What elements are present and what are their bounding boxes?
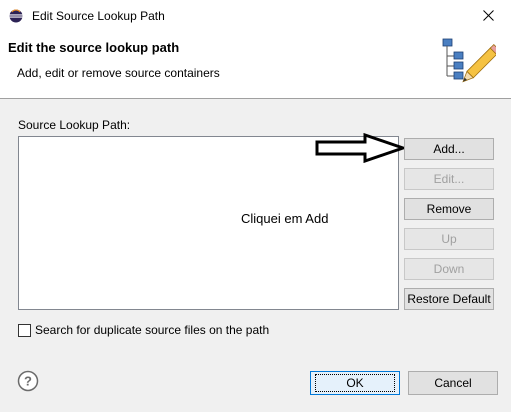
cancel-button[interactable]: Cancel xyxy=(408,371,498,395)
duplicate-search-label: Search for duplicate source files on the… xyxy=(35,323,270,337)
source-lookup-path-label: Source Lookup Path: xyxy=(18,118,131,132)
annotation-text: Cliquei em Add xyxy=(241,211,329,226)
close-icon xyxy=(482,10,494,21)
add-button[interactable]: Add... xyxy=(404,138,494,160)
duplicate-search-option[interactable]: Search for duplicate source files on the… xyxy=(18,323,269,337)
ok-button[interactable]: OK xyxy=(310,371,400,395)
duplicate-search-checkbox[interactable] xyxy=(18,323,31,337)
title-bar: Edit Source Lookup Path xyxy=(0,0,511,31)
remove-button[interactable]: Remove xyxy=(404,198,494,220)
arrow-right-icon xyxy=(315,133,405,163)
window-title: Edit Source Lookup Path xyxy=(32,9,165,23)
restore-default-button[interactable]: Restore Default xyxy=(404,288,494,310)
source-lookup-wizard-icon xyxy=(442,38,496,83)
down-button[interactable]: Down xyxy=(404,258,494,280)
ok-button-label: OK xyxy=(315,374,395,392)
svg-text:?: ? xyxy=(24,374,32,389)
edit-source-lookup-path-dialog: Edit Source Lookup Path Edit the source … xyxy=(0,0,511,412)
header-banner: Edit the source lookup path Add, edit or… xyxy=(0,31,511,99)
close-button[interactable] xyxy=(465,0,511,31)
banner-title: Edit the source lookup path xyxy=(8,40,180,55)
banner-subtitle: Add, edit or remove source containers xyxy=(17,66,220,80)
eclipse-icon xyxy=(9,9,23,23)
edit-button[interactable]: Edit... xyxy=(404,168,494,190)
help-icon[interactable]: ? xyxy=(17,370,39,392)
up-button[interactable]: Up xyxy=(404,228,494,250)
